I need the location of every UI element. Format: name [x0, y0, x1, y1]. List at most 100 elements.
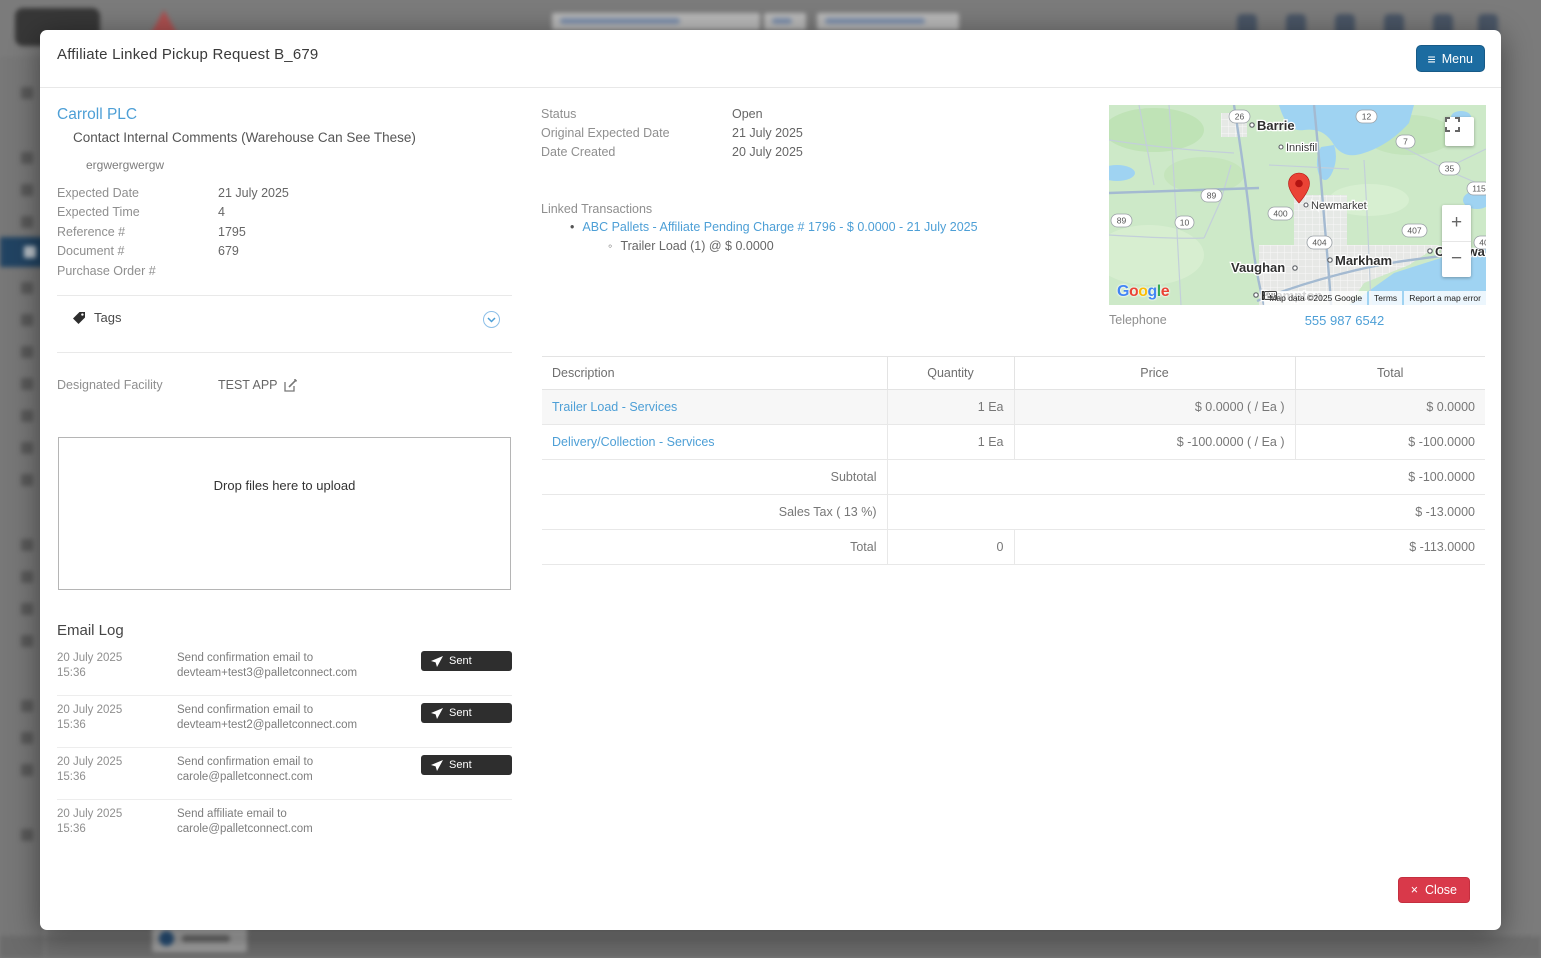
paper-plane-icon: [431, 707, 443, 719]
svg-text:89: 89: [1117, 216, 1127, 226]
linked-transaction-subitem: ◦ Trailer Load (1) @ $ 0.0000: [608, 239, 774, 253]
svg-text:404: 404: [1312, 238, 1326, 248]
divider: [57, 352, 512, 353]
modal-header: Affiliate Linked Pickup Request B_679 ≡ …: [40, 30, 1501, 88]
detail-grid: Expected Date 21 July 2025 Expected Time…: [57, 183, 512, 281]
paper-plane-icon: [431, 759, 443, 771]
sales-tax-row: Sales Tax ( 13 %) $ -13.0000: [542, 494, 1485, 530]
email-log-list: 20 July 2025 15:36 Send confirmation emai…: [57, 644, 512, 860]
email-log-entry: 20 July 2025 15:36 Send confirmation emai…: [57, 696, 512, 748]
table-header-row: Description Quantity Price Total: [542, 356, 1485, 390]
bullet-circle-icon: ◦: [608, 239, 613, 253]
svg-text:10: 10: [1180, 218, 1190, 228]
hamburger-icon: ≡: [1427, 50, 1436, 67]
keyboard-icon: [1264, 291, 1278, 300]
svg-text:7: 7: [1403, 137, 1408, 147]
tags-section: Tags: [72, 310, 121, 325]
map-label-vaughan: Vaughan: [1231, 260, 1285, 275]
bullet-icon: •: [570, 220, 575, 234]
status-row: Status Open: [541, 106, 763, 121]
dropzone-text: Drop files here to upload: [213, 478, 356, 493]
customer-link[interactable]: Carroll PLC: [57, 106, 137, 124]
email-log-entry: 20 July 2025 15:36 Send confirmation emai…: [57, 748, 512, 800]
invoice-table: Description Quantity Price Total Trailer…: [542, 356, 1485, 565]
detail-row: Reference # 1795: [57, 224, 246, 239]
sent-badge: Sent: [421, 755, 512, 775]
zoom-in-button[interactable]: +: [1442, 205, 1471, 242]
email-log-title: Email Log: [57, 622, 124, 639]
svg-text:89: 89: [1207, 191, 1217, 201]
map-attribution: Map data ©2025 Google Terms Report a map…: [1264, 291, 1486, 305]
svg-text:115: 115: [1472, 184, 1486, 194]
designated-facility-row: Designated Facility TEST APP: [57, 378, 512, 392]
close-x-icon: ×: [1410, 883, 1419, 897]
background-sidebar-active-item: [0, 237, 45, 267]
chevron-down-icon: [487, 316, 496, 323]
background-sidebar: [0, 57, 45, 958]
svg-text:12: 12: [1362, 112, 1372, 122]
svg-text:35: 35: [1445, 164, 1455, 174]
line-item-link[interactable]: Delivery/Collection - Services: [552, 435, 715, 449]
close-button-label: Close: [1425, 883, 1457, 897]
sent-badge: Sent: [421, 703, 512, 723]
divider: [57, 295, 512, 296]
facility-value: TEST APP: [218, 378, 278, 392]
status-row: Original Expected Date 21 July 2025: [541, 125, 803, 140]
svg-text:400: 400: [1273, 209, 1287, 219]
linked-transactions-label: Linked Transactions: [541, 202, 653, 216]
paper-plane-icon: [431, 655, 443, 667]
table-row: Delivery/Collection - Services 1 Ea $ -1…: [542, 424, 1485, 460]
email-log-entry: 20 July 2025 15:36 Send affiliate email t…: [57, 808, 313, 835]
zoom-out-button[interactable]: −: [1442, 242, 1471, 278]
subtotal-row: Subtotal $ -100.0000: [542, 459, 1485, 495]
total-row: Total 0 $ -113.0000: [542, 529, 1485, 565]
background-bottom-bar: [0, 936, 1541, 958]
svg-text:26: 26: [1235, 112, 1245, 122]
background-date-input: [817, 13, 959, 30]
google-logo[interactable]: Google: [1117, 283, 1170, 301]
svg-text:40: 40: [1479, 238, 1486, 248]
detail-row: Expected Time 4: [57, 205, 225, 220]
modal-title: Affiliate Linked Pickup Request B_679: [57, 46, 319, 63]
table-row: Trailer Load - Services 1 Ea $ 0.0000 ( …: [542, 389, 1485, 425]
comments-label: Contact Internal Comments (Warehouse Can…: [73, 130, 416, 145]
close-button[interactable]: × Close: [1397, 877, 1470, 903]
background-input-small: [764, 13, 806, 30]
map-zoom-control: + −: [1442, 205, 1471, 277]
tags-label: Tags: [94, 310, 122, 325]
line-item-link[interactable]: Trailer Load - Services: [552, 400, 677, 414]
facility-label: Designated Facility: [57, 378, 163, 392]
edit-pencil-icon[interactable]: [283, 378, 297, 392]
map-label-newmarket: Newmarket: [1311, 200, 1367, 212]
map-terms-link[interactable]: Terms: [1374, 293, 1397, 303]
email-log-entry: 20 July 2025 15:36 Send confirmation emai…: [57, 644, 512, 696]
pickup-request-modal: Affiliate Linked Pickup Request B_679 ≡ …: [40, 30, 1501, 930]
telephone-link[interactable]: 555 987 6542: [1305, 313, 1385, 328]
map-canvas: Barrie Innisfil Newmarket Vaughan Markha…: [1109, 105, 1486, 305]
background-search-input: [552, 13, 760, 30]
google-map[interactable]: Barrie Innisfil Newmarket Vaughan Markha…: [1109, 105, 1486, 305]
map-label-innisfil: Innisfil: [1286, 142, 1317, 154]
sent-badge: Sent: [421, 651, 512, 671]
detail-row: Expected Date 21 July 2025: [57, 185, 289, 200]
telephone-row: Telephone 555 987 6542: [1109, 313, 1486, 328]
svg-text:407: 407: [1407, 226, 1421, 236]
menu-button[interactable]: ≡ Menu: [1415, 45, 1485, 72]
map-label-barrie: Barrie: [1257, 118, 1295, 133]
comment-text: ergwergwergw: [86, 158, 165, 172]
status-grid: Status Open Original Expected Date 21 Ju…: [541, 104, 1021, 161]
linked-transaction-item: • ABC Pallets - Affiliate Pending Charge …: [570, 220, 978, 234]
fullscreen-icon: [1445, 117, 1460, 132]
tag-icon: [73, 311, 85, 324]
status-row: Date Created 20 July 2025: [541, 144, 803, 159]
file-dropzone[interactable]: Drop files here to upload: [58, 437, 511, 590]
telephone-label: Telephone: [1109, 313, 1167, 327]
menu-button-label: Menu: [1441, 51, 1473, 66]
tags-expand-button[interactable]: [483, 311, 500, 328]
linked-transaction-link[interactable]: ABC Pallets - Affiliate Pending Charge #…: [582, 220, 977, 234]
detail-row: Document # 679: [57, 244, 239, 259]
map-label-markham: Markham: [1335, 253, 1392, 268]
map-report-error-link[interactable]: Report a map error: [1409, 293, 1481, 303]
map-fullscreen-button[interactable]: [1445, 117, 1474, 146]
detail-row: Purchase Order #: [57, 263, 156, 278]
